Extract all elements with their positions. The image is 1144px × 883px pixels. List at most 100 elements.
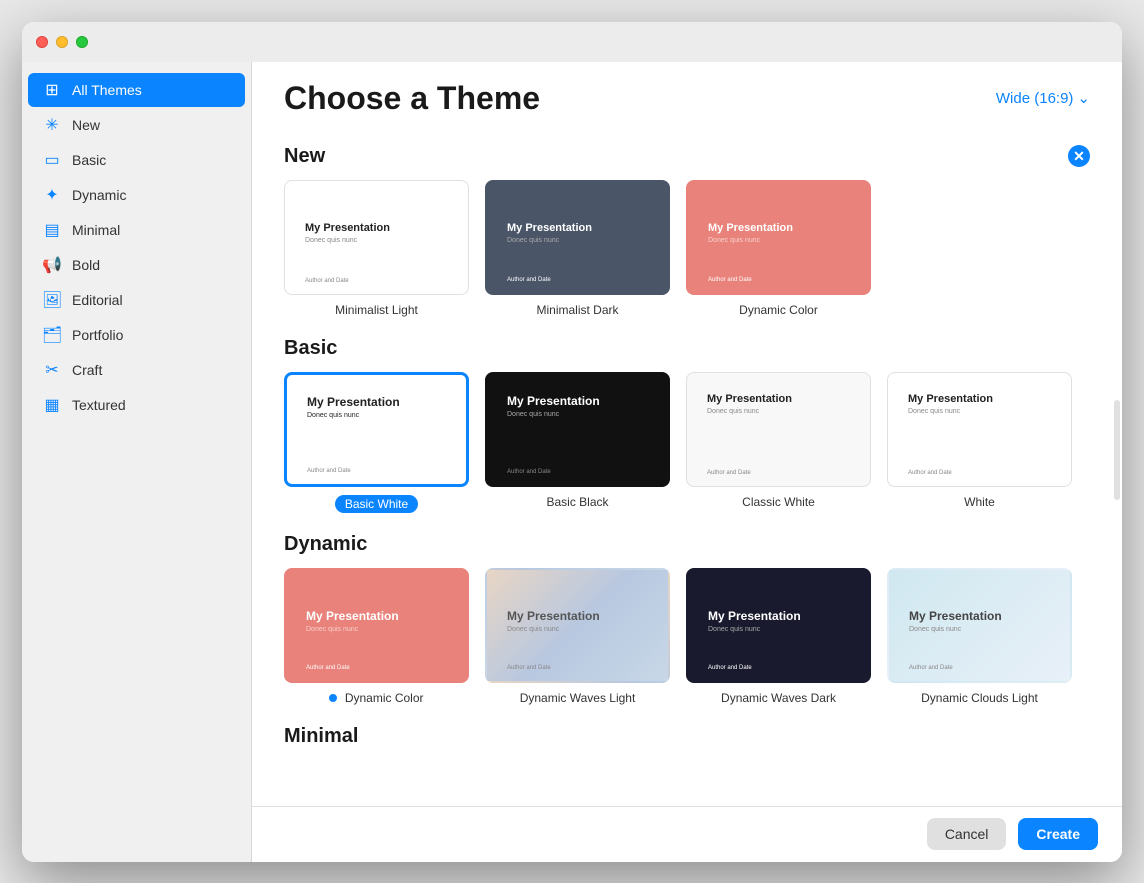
theme-thumb-classic-white: My Presentation Donec quis nunc Author a… bbox=[686, 372, 871, 487]
theme-thumb-basic-black: My Presentation Donec quis nunc Author a… bbox=[485, 372, 670, 487]
minimal-section-title: Minimal bbox=[284, 725, 358, 748]
theme-card-dynamic-color[interactable]: My Presentation Donec quis nunc Author a… bbox=[284, 568, 469, 705]
sidebar-item-label: Bold bbox=[72, 257, 100, 273]
page-title: Choose a Theme bbox=[284, 80, 540, 117]
sidebar-item-minimal[interactable]: ▤ Minimal bbox=[28, 213, 245, 247]
basic-themes-grid: My Presentation Donec quis nunc Author a… bbox=[284, 372, 1090, 513]
scrollbar[interactable] bbox=[1114, 400, 1120, 500]
sidebar-item-craft[interactable]: ✂ Craft bbox=[28, 353, 245, 387]
theme-thumb-minimalist-dark: My Presentation Donec quis nunc Author a… bbox=[485, 180, 670, 295]
editorial-icon: 🖼 bbox=[42, 290, 62, 310]
theme-label: Minimalist Dark bbox=[536, 303, 618, 317]
sidebar-item-textured[interactable]: ▦ Textured bbox=[28, 388, 245, 422]
theme-card-minimalist-dark[interactable]: My Presentation Donec quis nunc Author a… bbox=[485, 180, 670, 317]
thumb-title: My Presentation bbox=[708, 609, 801, 623]
thumb-title: My Presentation bbox=[305, 222, 390, 234]
thumb-footer: Author and Date bbox=[307, 468, 351, 474]
theme-label: Basic Black bbox=[546, 495, 608, 509]
sidebar-item-label: Textured bbox=[72, 397, 126, 413]
theme-card-dynamic-clouds-light[interactable]: My Presentation Donec quis nunc Author a… bbox=[887, 568, 1072, 705]
theme-card-classic-white[interactable]: My Presentation Donec quis nunc Author a… bbox=[686, 372, 871, 513]
aspect-ratio-label: Wide (16:9) bbox=[996, 90, 1074, 107]
maximize-button[interactable] bbox=[76, 36, 88, 48]
theme-label: Dynamic Color bbox=[329, 691, 423, 705]
theme-label: Dynamic Waves Dark bbox=[721, 691, 836, 705]
thumb-title: My Presentation bbox=[306, 609, 399, 623]
dynamic-themes-grid: My Presentation Donec quis nunc Author a… bbox=[284, 568, 1090, 705]
sidebar-item-new[interactable]: ✳ New bbox=[28, 108, 245, 142]
sidebar-item-dynamic[interactable]: ✦ Dynamic bbox=[28, 178, 245, 212]
sidebar: ⊞ All Themes ✳ New ▭ Basic ✦ Dynamic ▤ M… bbox=[22, 22, 252, 862]
thumb-footer: Author and Date bbox=[908, 470, 952, 476]
main-content: Choose a Theme Wide (16:9) ⌄ New ✕ My Pr… bbox=[252, 22, 1122, 862]
thumb-title: My Presentation bbox=[908, 393, 993, 405]
thumb-footer: Author and Date bbox=[707, 470, 751, 476]
theme-card-basic-black[interactable]: My Presentation Donec quis nunc Author a… bbox=[485, 372, 670, 513]
theme-thumb-minimalist-light: My Presentation Donec quis nunc Author a… bbox=[284, 180, 469, 295]
sidebar-item-label: Minimal bbox=[72, 222, 120, 238]
theme-card-white[interactable]: My Presentation Donec quis nunc Author a… bbox=[887, 372, 1072, 513]
thumb-sub: Donec quis nunc bbox=[307, 412, 359, 419]
sidebar-item-all-themes[interactable]: ⊞ All Themes bbox=[28, 73, 245, 107]
sidebar-item-editorial[interactable]: 🖼 Editorial bbox=[28, 283, 245, 317]
theme-thumb-dyn-waves-dark: My Presentation Donec quis nunc Author a… bbox=[686, 568, 871, 683]
basic-icon: ▭ bbox=[42, 150, 62, 170]
theme-card-basic-white[interactable]: My Presentation Donec quis nunc Author a… bbox=[284, 372, 469, 513]
theme-thumb-dynamic-color: My Presentation Donec quis nunc Author a… bbox=[686, 180, 871, 295]
new-icon: ✳ bbox=[42, 115, 62, 135]
thumb-footer: Author and Date bbox=[909, 665, 953, 671]
selected-dot bbox=[329, 694, 337, 702]
all-themes-icon: ⊞ bbox=[42, 80, 62, 100]
thumb-title: My Presentation bbox=[708, 222, 793, 234]
sidebar-item-label: Basic bbox=[72, 152, 106, 168]
theme-thumb-dyn-color: My Presentation Donec quis nunc Author a… bbox=[284, 568, 469, 683]
thumb-title: My Presentation bbox=[707, 393, 792, 405]
theme-card-dynamic-waves-light[interactable]: My Presentation Donec quis nunc Author a… bbox=[485, 568, 670, 705]
aspect-ratio-selector[interactable]: Wide (16:9) ⌄ bbox=[996, 89, 1090, 107]
thumb-title: My Presentation bbox=[909, 609, 1002, 623]
theme-label-badge: Basic White bbox=[335, 495, 418, 513]
thumb-sub: Donec quis nunc bbox=[507, 237, 559, 244]
minimize-button[interactable] bbox=[56, 36, 68, 48]
new-section-header: New ✕ bbox=[284, 145, 1090, 168]
sidebar-item-label: New bbox=[72, 117, 100, 133]
sidebar-item-portfolio[interactable]: 🗂 Portfolio bbox=[28, 318, 245, 352]
bold-icon: 📢 bbox=[42, 255, 62, 275]
thumb-sub: Donec quis nunc bbox=[707, 408, 759, 415]
thumb-sub: Donec quis nunc bbox=[908, 408, 960, 415]
thumb-title: My Presentation bbox=[507, 394, 600, 408]
chevron-down-icon: ⌄ bbox=[1077, 89, 1090, 107]
close-new-section-button[interactable]: ✕ bbox=[1068, 145, 1090, 167]
thumb-sub: Donec quis nunc bbox=[305, 237, 357, 244]
thumb-footer: Author and Date bbox=[305, 278, 349, 284]
theme-card-dynamic-waves-dark[interactable]: My Presentation Donec quis nunc Author a… bbox=[686, 568, 871, 705]
thumb-sub: Donec quis nunc bbox=[909, 626, 961, 633]
portfolio-icon: 🗂 bbox=[42, 325, 62, 345]
minimal-icon: ▤ bbox=[42, 220, 62, 240]
cancel-button[interactable]: Cancel bbox=[927, 818, 1007, 850]
theme-label: Dynamic Color bbox=[739, 303, 818, 317]
main-header: Choose a Theme Wide (16:9) ⌄ bbox=[252, 62, 1122, 127]
new-section-title: New bbox=[284, 145, 325, 168]
thumb-sub: Donec quis nunc bbox=[306, 626, 358, 633]
themes-scroll-area[interactable]: New ✕ My Presentation Donec quis nunc Au… bbox=[252, 127, 1122, 806]
thumb-footer: Author and Date bbox=[507, 277, 551, 283]
footer: Cancel Create bbox=[252, 806, 1122, 862]
sidebar-item-label: Portfolio bbox=[72, 327, 123, 343]
thumb-sub: Donec quis nunc bbox=[507, 626, 559, 633]
theme-thumb-basic-white: My Presentation Donec quis nunc Author a… bbox=[284, 372, 469, 487]
theme-card-dynamic-color-new[interactable]: My Presentation Donec quis nunc Author a… bbox=[686, 180, 871, 317]
sidebar-item-label: Craft bbox=[72, 362, 102, 378]
theme-label: Dynamic Clouds Light bbox=[921, 691, 1038, 705]
create-button[interactable]: Create bbox=[1018, 818, 1098, 850]
textured-icon: ▦ bbox=[42, 395, 62, 415]
theme-label: Minimalist Light bbox=[335, 303, 418, 317]
basic-section-header: Basic bbox=[284, 337, 1090, 360]
dynamic-section-title: Dynamic bbox=[284, 533, 367, 556]
thumb-title: My Presentation bbox=[507, 609, 600, 623]
sidebar-item-bold[interactable]: 📢 Bold bbox=[28, 248, 245, 282]
thumb-title: My Presentation bbox=[507, 222, 592, 234]
sidebar-item-basic[interactable]: ▭ Basic bbox=[28, 143, 245, 177]
theme-card-minimalist-light[interactable]: My Presentation Donec quis nunc Author a… bbox=[284, 180, 469, 317]
close-button[interactable] bbox=[36, 36, 48, 48]
